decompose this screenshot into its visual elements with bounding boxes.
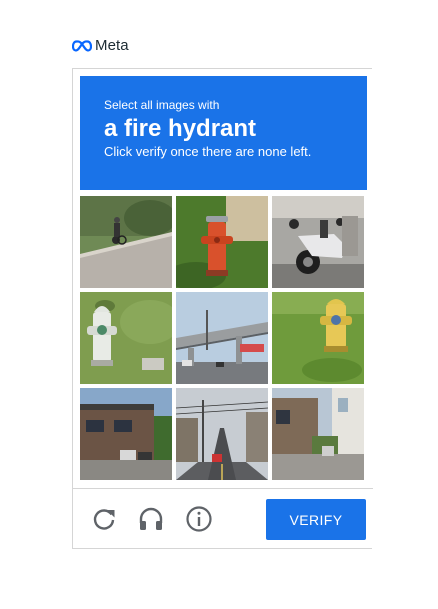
image-tile-yellow-hydrant[interactable]: [272, 292, 364, 384]
target-object: a fire hydrant: [104, 115, 257, 142]
image-tile-building[interactable]: [80, 388, 172, 480]
image-tile-city-street[interactable]: [176, 388, 268, 480]
image-tile-white-hydrant[interactable]: [80, 292, 172, 384]
image-tile-overpass[interactable]: [176, 292, 268, 384]
reload-icon: [93, 509, 115, 530]
meta-wordmark: Meta: [95, 37, 129, 54]
image-tile-house-street[interactable]: [272, 388, 364, 480]
instruction-prefix: Select all images with: [104, 98, 220, 112]
captcha-header: Select all images with a fire hydrant Cl…: [80, 76, 367, 190]
audio-button[interactable]: [137, 505, 165, 533]
meta-infinity-icon: [72, 39, 92, 52]
verify-button[interactable]: VERIFY: [266, 499, 366, 540]
image-tile-red-hydrant[interactable]: [176, 196, 268, 288]
image-tile-motorcycle[interactable]: [272, 196, 364, 288]
info-button[interactable]: [185, 505, 213, 533]
instruction-suffix: Click verify once there are none left.: [104, 144, 312, 159]
meta-logo: Meta: [72, 37, 129, 54]
headphones-icon: [139, 507, 163, 530]
info-icon: [186, 506, 212, 532]
captcha-footer: VERIFY: [73, 488, 373, 549]
image-grid: [80, 196, 364, 480]
image-tile-cyclist[interactable]: [80, 196, 172, 288]
reload-button[interactable]: [90, 505, 118, 533]
captcha-widget: Select all images with a fire hydrant Cl…: [72, 68, 373, 549]
